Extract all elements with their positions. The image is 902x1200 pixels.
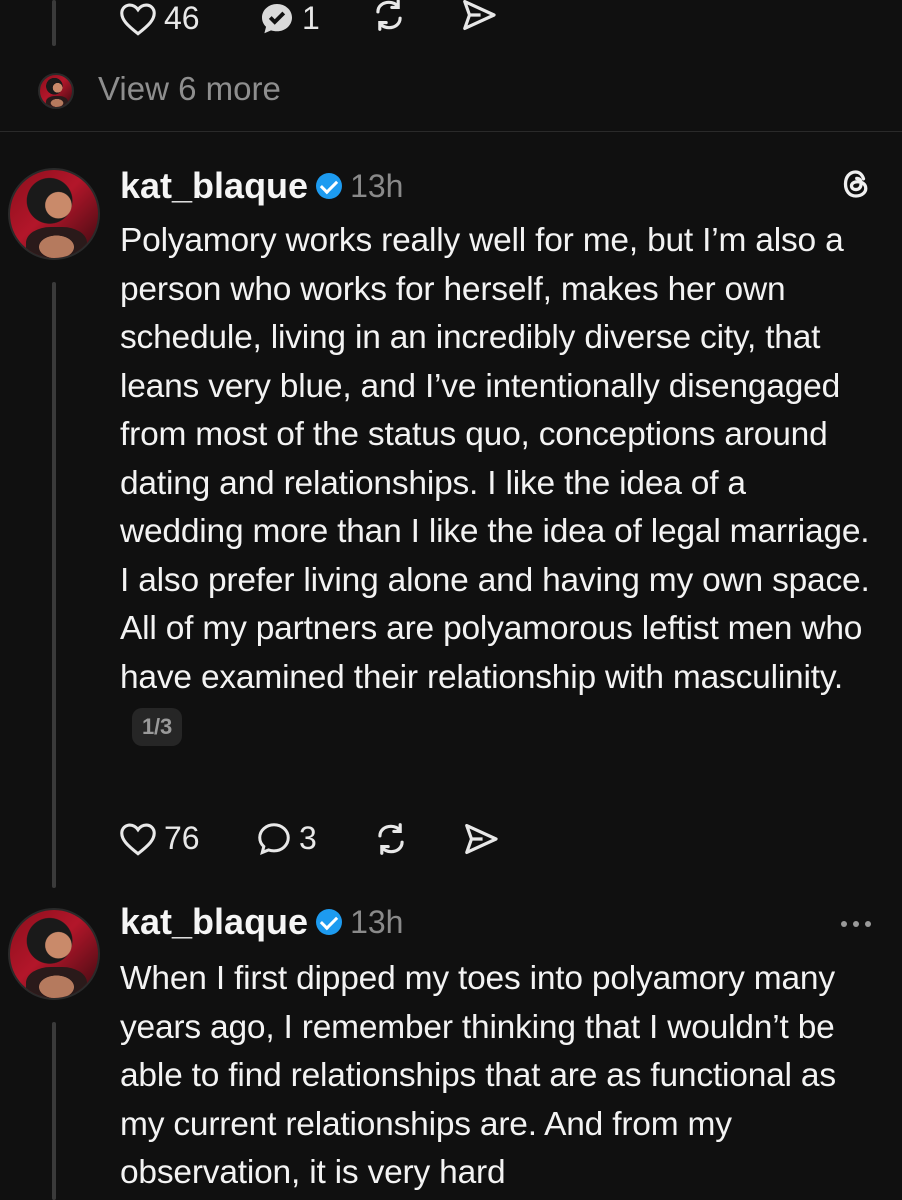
comment-icon [258, 822, 290, 855]
share-button[interactable] [462, 820, 500, 858]
post-header: kat_blaque 13h [120, 901, 403, 943]
verified-badge-icon [316, 909, 343, 935]
thread-line-top [52, 0, 56, 46]
threads-logo-icon[interactable] [838, 166, 874, 202]
heart-icon [120, 3, 156, 36]
post-body: Polyamory works really well for me, but … [120, 222, 870, 696]
avatar[interactable] [8, 908, 100, 1000]
reply-count: 3 [299, 820, 317, 856]
post-header: kat_blaque 13h [120, 165, 403, 207]
thread-line [52, 1022, 56, 1200]
post-body: When I first dipped my toes into polyamo… [120, 960, 836, 1191]
reply-button[interactable]: 3 [255, 820, 317, 857]
timestamp: 13h [350, 167, 404, 204]
username[interactable]: kat_blaque [120, 901, 308, 943]
avatar[interactable] [8, 168, 100, 260]
send-icon [463, 0, 496, 31]
like-button[interactable]: 76 [118, 820, 200, 857]
avatar-small[interactable] [38, 73, 74, 109]
reply-count: 1 [302, 0, 320, 36]
send-icon [465, 823, 498, 855]
thread-page-badge: 1/3 [132, 708, 182, 747]
username[interactable]: kat_blaque [120, 165, 308, 207]
view-more-link[interactable]: View 6 more [98, 70, 281, 108]
verified-badge-icon [316, 173, 343, 199]
comment-icon [262, 3, 292, 33]
repost-button[interactable] [372, 820, 410, 858]
more-icon[interactable] [838, 914, 874, 932]
reply-button[interactable]: 1 [258, 0, 320, 37]
post-text: Polyamory works really well for me, but … [120, 217, 870, 751]
repost-icon [378, 823, 404, 855]
post-text: When I first dipped my toes into polyamo… [120, 955, 880, 1198]
repost-button[interactable] [370, 0, 408, 34]
share-button[interactable] [460, 0, 498, 34]
like-count: 76 [164, 820, 200, 856]
repost-icon [376, 0, 402, 31]
like-button[interactable]: 46 [118, 0, 200, 37]
heart-icon [120, 823, 156, 856]
divider [0, 131, 902, 132]
thread-line [52, 282, 56, 888]
timestamp: 13h [350, 903, 404, 940]
like-count: 46 [164, 0, 200, 36]
